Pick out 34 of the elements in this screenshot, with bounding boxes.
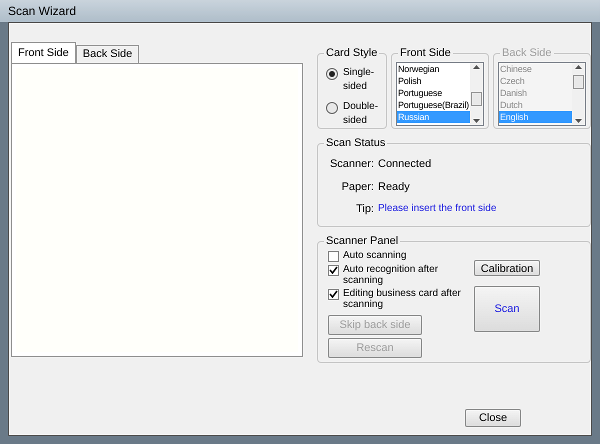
status-label: Tip: bbox=[355, 202, 374, 217]
status-label: Paper: bbox=[340, 180, 374, 194]
language-list[interactable]: Norwegian Polish Portuguese Portuguese(Brazil) Russian bbox=[396, 62, 484, 126]
radio-button[interactable] bbox=[326, 102, 338, 114]
checkbox-label: Auto recognition after scanning bbox=[343, 264, 440, 286]
down-arrow-icon bbox=[575, 119, 582, 123]
push-button[interactable]: Calibration bbox=[474, 260, 540, 276]
radio-label: Double-sided bbox=[343, 100, 380, 128]
checkbox[interactable] bbox=[328, 251, 339, 262]
checkbox[interactable] bbox=[328, 289, 339, 300]
radio-label: Single-sided bbox=[343, 66, 376, 94]
group-title: Card Style bbox=[324, 46, 380, 60]
status-value: Ready bbox=[378, 180, 410, 194]
window-title: Scan Wizard bbox=[8, 3, 76, 20]
list-item[interactable]: Portuguese bbox=[397, 87, 470, 99]
scan-button[interactable]: Scan bbox=[474, 286, 540, 332]
up-arrow-icon bbox=[473, 65, 480, 69]
list-item[interactable]: Norwegian bbox=[397, 63, 470, 75]
up-arrow-icon bbox=[575, 65, 582, 69]
status-value: Connected bbox=[378, 157, 432, 172]
status-value: Please insert the front side bbox=[378, 202, 496, 216]
scrollbar[interactable] bbox=[470, 63, 483, 125]
list-item[interactable]: Portuguese(Brazil) bbox=[397, 99, 470, 111]
status-label: Scanner: bbox=[328, 157, 374, 172]
checkbox-label: Auto scanning bbox=[343, 250, 406, 261]
scroll-thumb[interactable] bbox=[471, 92, 482, 106]
radio-button[interactable] bbox=[326, 68, 338, 80]
tab[interactable]: Front Side bbox=[11, 42, 76, 63]
tab[interactable]: Back Side bbox=[76, 45, 140, 63]
checkbox[interactable] bbox=[328, 265, 339, 276]
push-button[interactable]: Close bbox=[465, 409, 521, 427]
list-item[interactable]: Polish bbox=[397, 75, 470, 87]
checkbox-label: Editing business card after scanning bbox=[343, 288, 462, 310]
down-arrow-icon bbox=[473, 119, 480, 123]
